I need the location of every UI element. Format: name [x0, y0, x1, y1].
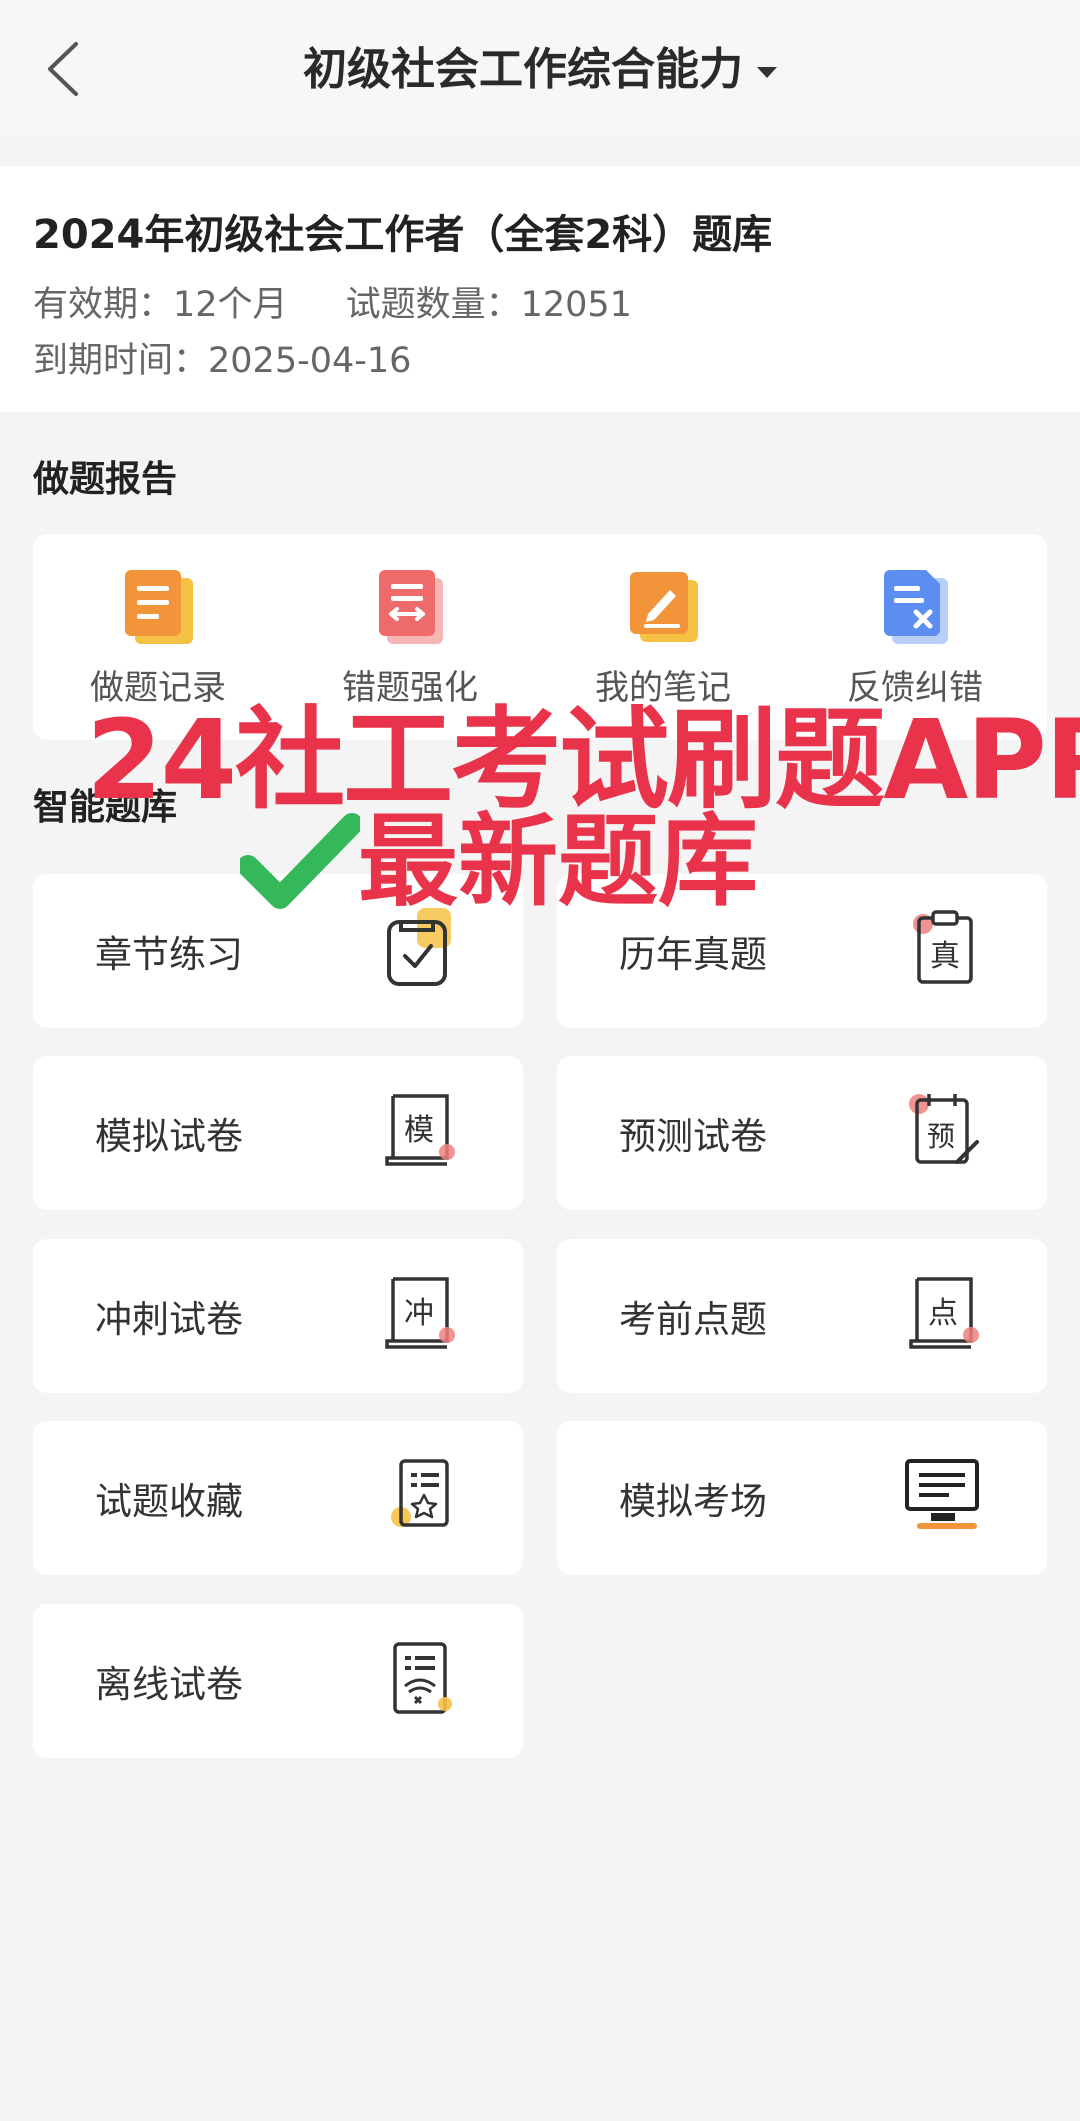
wrong-question-icon	[379, 570, 443, 644]
check-mark-icon	[240, 813, 360, 909]
sprint-paper-icon: 冲	[385, 1277, 455, 1349]
validity-label: 有效期：	[33, 285, 174, 325]
mock-paper-icon: 模	[385, 1094, 455, 1166]
question-bank-info-card: 2024年初级社会工作者（全套2科）题库 有效期：12个月 试题数量：12051 …	[0, 166, 1080, 412]
key-points-icon: 点	[909, 1277, 979, 1349]
card-label: 模拟试卷	[95, 1115, 243, 1158]
past-papers-icon: 真	[913, 910, 973, 984]
card-label: 章节练习	[95, 933, 243, 976]
expiry-value: 2025-04-16	[208, 341, 412, 381]
report-item-record[interactable]: 做题记录	[58, 566, 258, 709]
bank-title: 2024年初级社会工作者（全套2科）题库	[33, 212, 773, 258]
card-label: 考前点题	[619, 1298, 767, 1341]
svg-text:预: 预	[927, 1120, 955, 1153]
promo-headline: 24社工考试刷题APP	[86, 696, 1080, 824]
forecast-paper-icon: 预	[909, 1094, 979, 1164]
subject-selector[interactable]: 初级社会工作综合能力	[0, 40, 1080, 100]
key-points-card[interactable]: 考前点题 点	[557, 1239, 1047, 1393]
report-item-notes[interactable]: 我的笔记	[563, 566, 763, 709]
card-label: 历年真题	[619, 933, 767, 976]
offline-paper-icon	[393, 1642, 452, 1714]
validity-value: 12个月	[173, 285, 288, 325]
card-label: 预测试卷	[619, 1115, 767, 1158]
expiry-label: 到期时间：	[33, 341, 209, 381]
promo-subheadline: 最新题库	[358, 803, 758, 920]
count-label: 试题数量：	[345, 285, 521, 325]
svg-text:点: 点	[928, 1296, 958, 1331]
caret-down-icon	[757, 66, 777, 78]
page-title: 初级社会工作综合能力	[303, 44, 743, 95]
offline-paper-card[interactable]: 离线试卷	[33, 1604, 523, 1758]
report-item-wrong-questions[interactable]: 错题强化	[310, 566, 510, 709]
bank-meta-row: 有效期：12个月 试题数量：12051	[33, 276, 632, 327]
forecast-paper-card[interactable]: 预测试卷 预	[557, 1056, 1047, 1210]
notes-icon	[630, 572, 698, 642]
feedback-icon	[884, 570, 948, 644]
mock-paper-card[interactable]: 模拟试卷 模	[33, 1056, 523, 1210]
favorites-card[interactable]: 试题收藏	[33, 1421, 523, 1575]
report-item-feedback[interactable]: 反馈纠错	[815, 566, 1015, 709]
favorites-icon	[391, 1459, 449, 1527]
count-value: 12051	[520, 285, 632, 325]
card-label: 离线试卷	[95, 1663, 243, 1706]
report-section-title: 做题报告	[33, 459, 178, 500]
sprint-paper-card[interactable]: 冲刺试卷 冲	[33, 1239, 523, 1393]
svg-text:冲: 冲	[404, 1296, 434, 1331]
svg-text:真: 真	[930, 939, 960, 974]
svg-text:模: 模	[404, 1113, 434, 1148]
mock-exam-room-card[interactable]: 模拟考场	[557, 1421, 1047, 1575]
record-icon	[125, 570, 193, 644]
card-label: 试题收藏	[95, 1480, 243, 1523]
card-label: 模拟考场	[619, 1480, 767, 1523]
top-bar: 初级社会工作综合能力	[0, 0, 1080, 136]
mock-exam-room-icon	[905, 1459, 979, 1529]
expiry-row: 到期时间：2025-04-16	[33, 332, 411, 383]
card-label: 冲刺试卷	[95, 1298, 243, 1341]
